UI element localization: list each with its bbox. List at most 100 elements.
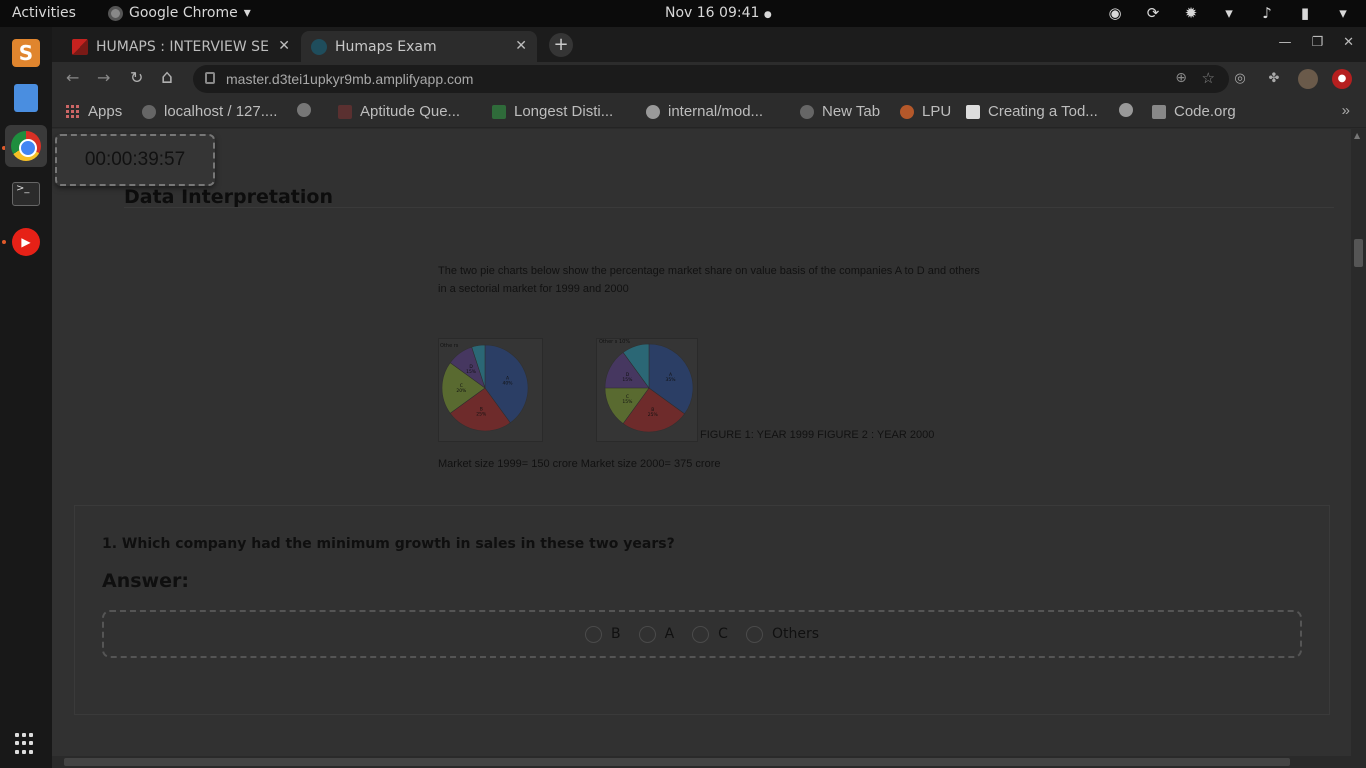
update-icon[interactable]: ● — [1332, 69, 1352, 89]
horizontal-scrollbar[interactable] — [52, 756, 1351, 768]
radio-button[interactable] — [584, 625, 602, 643]
question-intro-text: The two pie charts below show the percen… — [438, 265, 980, 295]
sync-icon[interactable]: ⟳ — [1144, 4, 1162, 22]
battery-icon[interactable]: ▮ — [1296, 4, 1314, 22]
home-icon[interactable]: ⌂ — [161, 66, 173, 88]
reload-icon[interactable]: ↻ — [130, 68, 143, 87]
bookmark-aptitude[interactable]: Aptitude Que... — [338, 103, 460, 120]
bookmark-apps[interactable]: Apps — [66, 103, 122, 120]
pie1-value-c: 20% — [456, 388, 467, 394]
dock-text-editor[interactable] — [5, 77, 47, 119]
figure-caption: FIGURE 1: YEAR 1999 FIGURE 2 : YEAR 2000 — [700, 429, 935, 441]
pie2-value-a: 35% — [666, 377, 677, 383]
option-b[interactable]: B — [584, 625, 621, 643]
bookmark-star-icon[interactable]: ☆ — [1202, 69, 1215, 87]
radio-button[interactable] — [692, 625, 710, 643]
pie1-value-b: 25% — [476, 411, 487, 417]
restore-icon[interactable]: ❐ — [1311, 35, 1323, 50]
tab-strip: HUMAPS : INTERVIEW SE ✕ Humaps Exam ✕ + … — [52, 27, 1366, 62]
zoom-icon[interactable]: ⊕ — [1175, 70, 1187, 86]
scroll-up-icon[interactable]: ▲ — [1354, 131, 1360, 140]
pie-chart-2000: A35%B25%C15%D15% — [604, 343, 694, 433]
bookmark-new-tab[interactable]: New Tab — [800, 103, 880, 120]
brightness-icon[interactable]: ✹ — [1182, 4, 1200, 22]
tab-title: Humaps Exam — [335, 38, 437, 55]
bookmark-label: LPU — [922, 103, 952, 120]
close-window-icon[interactable]: ✕ — [1343, 35, 1354, 50]
clock[interactable]: Nov 16 09:41 ● — [665, 5, 772, 21]
power-menu-icon[interactable]: ▾ — [1334, 4, 1352, 22]
pie-2000-others-label: Other s 10% — [599, 339, 630, 345]
terminal-icon: >_ — [12, 182, 40, 206]
option-c[interactable]: C — [692, 625, 728, 643]
dock-terminal[interactable]: >_ — [5, 173, 47, 215]
bookmark-creating-todo[interactable]: Creating a Tod... — [966, 103, 1098, 120]
forward-icon[interactable]: → — [97, 68, 110, 87]
dock-sublime-text[interactable]: S — [5, 32, 47, 74]
show-applications-icon[interactable] — [15, 733, 37, 755]
pie-charts-figure: A40%B25%C20%D15% A35%B25%C15%D15% Othe r… — [438, 338, 698, 442]
system-top-bar: Activities Google Chrome ▾ Nov 16 09:41 … — [0, 0, 1366, 27]
puzzle-icon[interactable]: ✤ — [1264, 69, 1284, 89]
clock-label: Nov 16 09:41 — [665, 5, 760, 21]
bookmark-internal-mod[interactable]: internal/mod... — [646, 103, 763, 120]
globe-icon — [800, 104, 814, 119]
close-tab-icon[interactable]: ✕ — [278, 38, 290, 54]
bookmark-label: Aptitude Que... — [360, 103, 461, 120]
gfg-icon — [492, 104, 506, 119]
more-bookmarks-icon[interactable]: » — [1342, 102, 1350, 119]
system-tray[interactable]: ◉ ⟳ ✹ ▾ ♪ ▮ ▾ — [1106, 4, 1352, 22]
radio-button[interactable] — [745, 625, 763, 643]
bookmark-code-org[interactable]: Code.org — [1152, 103, 1236, 120]
bookmark-label: Longest Disti... — [514, 103, 614, 120]
radio-button[interactable] — [638, 625, 656, 643]
option-label: A — [664, 626, 675, 642]
option-a[interactable]: A — [638, 625, 675, 643]
bookmark-label: Code.org — [1174, 103, 1236, 120]
address-bar[interactable]: master.d3tei1upkyr9mb.amplifyapp.com ⊕ ☆ — [193, 65, 1229, 93]
option-label: Others — [771, 626, 819, 642]
bookmark-localhost[interactable]: localhost / 127.... — [142, 103, 277, 120]
bookmark-longest[interactable]: Longest Disti... — [492, 103, 613, 120]
back-icon[interactable]: ← — [66, 68, 79, 87]
code-org-icon — [1152, 104, 1166, 119]
dock-youtube-music[interactable]: ▶ — [5, 221, 47, 263]
tab-humaps-interview[interactable]: HUMAPS : INTERVIEW SE ✕ — [62, 31, 300, 62]
bookmark-label: New Tab — [822, 103, 881, 120]
github-icon — [646, 104, 660, 119]
pie1-value-d: 15% — [466, 369, 477, 375]
chrome-window: HUMAPS : INTERVIEW SE ✕ Humaps Exam ✕ + … — [52, 27, 1366, 768]
option-others[interactable]: Others — [745, 625, 819, 643]
chrome-icon — [108, 5, 123, 21]
minimize-icon[interactable]: — — [1278, 35, 1291, 50]
bookmark-github[interactable] — [1119, 103, 1133, 117]
dock: S >_ ▶ — [0, 27, 52, 768]
activities-button[interactable]: Activities — [12, 5, 76, 21]
bookmark-label: internal/mod... — [668, 103, 764, 120]
gmail-icon — [72, 38, 88, 55]
dock-google-chrome[interactable] — [5, 125, 47, 167]
answer-label: Answer: — [102, 570, 189, 592]
url-text[interactable]: master.d3tei1upkyr9mb.amplifyapp.com — [226, 71, 473, 87]
lock-icon[interactable] — [205, 72, 215, 84]
vertical-scrollbar[interactable]: ▲ — [1351, 129, 1366, 768]
close-tab-icon[interactable]: ✕ — [515, 38, 527, 54]
new-tab-button[interactable]: + — [549, 33, 573, 57]
app-menu-label: Google Chrome — [129, 5, 238, 21]
wifi-icon[interactable]: ▾ — [1220, 4, 1238, 22]
tray-app-icon[interactable]: ◉ — [1106, 4, 1124, 22]
profile-avatar[interactable] — [1298, 69, 1318, 89]
video-icon — [966, 104, 980, 119]
option-label: C — [718, 626, 728, 642]
bookmark-lpu[interactable]: LPU — [900, 103, 951, 120]
scrollbar-thumb[interactable] — [1354, 239, 1363, 267]
extension-icon[interactable]: ◎ — [1230, 69, 1250, 89]
chevron-down-icon: ▾ — [243, 5, 251, 21]
bookmark-google[interactable] — [297, 103, 319, 117]
scrollbar-thumb[interactable] — [64, 758, 1290, 766]
volume-icon[interactable]: ♪ — [1258, 4, 1276, 22]
tab-humaps-exam[interactable]: Humaps Exam ✕ — [301, 31, 537, 62]
app-menu[interactable]: Google Chrome ▾ — [108, 5, 251, 21]
lpu-icon — [900, 104, 914, 119]
github-icon — [1119, 103, 1133, 117]
